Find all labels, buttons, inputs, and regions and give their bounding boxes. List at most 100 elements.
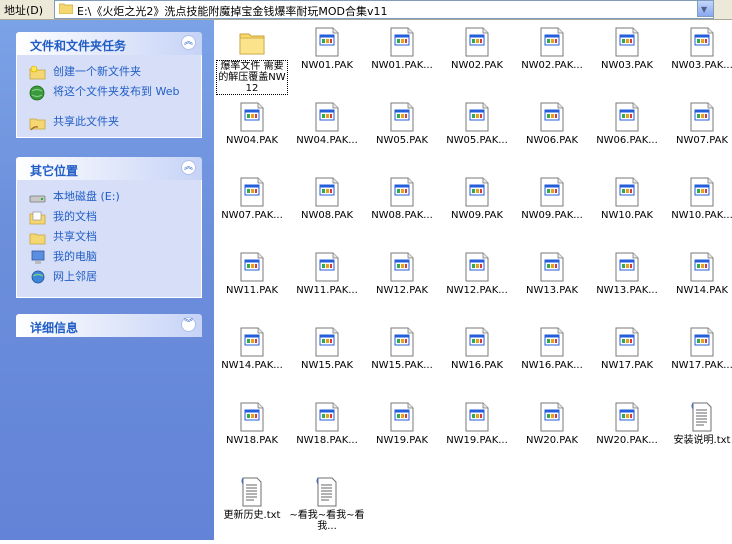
- file-item[interactable]: NW10.PAK...: [664, 172, 732, 244]
- file-item[interactable]: NW03.PAK...: [664, 22, 732, 94]
- file-item[interactable]: NW09.PAK: [439, 172, 515, 244]
- file-item[interactable]: NW13.PAK: [514, 247, 590, 319]
- file-item[interactable]: NW02.PAK: [439, 22, 515, 94]
- place-my-computer[interactable]: 我的电脑: [17, 250, 233, 264]
- task-pane: 文件和文件夹任务 ︽ 创建一个新文件夹 将这个文件夹发布到 Web 共享此文件夹…: [0, 20, 214, 540]
- file-name: NW03.PAK: [600, 60, 654, 71]
- text-file-icon: [691, 402, 712, 432]
- file-item[interactable]: NW06.PAK: [514, 97, 590, 169]
- pak-file-icon: [315, 27, 339, 57]
- file-name: NW09.PAK...: [521, 210, 583, 221]
- pak-file-icon: [690, 327, 714, 357]
- local-disk-icon: [29, 195, 46, 203]
- file-item[interactable]: NW20.PAK...: [589, 397, 665, 469]
- file-item[interactable]: 更新历史.txt: [214, 472, 290, 544]
- file-item[interactable]: NW08.PAK: [289, 172, 365, 244]
- file-item[interactable]: NW12.PAK: [364, 247, 440, 319]
- file-name: NW13.PAK...: [596, 285, 658, 296]
- file-item[interactable]: NW09.PAK...: [514, 172, 590, 244]
- pak-file-icon: [390, 27, 414, 57]
- file-name: 安装说明.txt: [673, 435, 731, 446]
- place-local-disk-label: 本地磁盘 (E:): [53, 190, 120, 203]
- file-item[interactable]: NW17.PAK: [589, 322, 665, 394]
- collapse-icon[interactable]: ︽: [181, 35, 196, 50]
- my-documents-icon: [29, 211, 46, 225]
- file-name: 爆率文件 需要的解压覆盖NW12: [216, 60, 288, 95]
- expand-icon[interactable]: ︾: [181, 317, 196, 332]
- pak-file-icon: [690, 177, 714, 207]
- file-name: NW16.PAK...: [521, 360, 583, 371]
- file-name: NW11.PAK: [225, 285, 279, 296]
- task-new-folder[interactable]: 创建一个新文件夹: [17, 65, 233, 80]
- file-item[interactable]: NW17.PAK...: [664, 322, 732, 394]
- address-dropdown-button[interactable]: ▼: [697, 0, 714, 17]
- file-item[interactable]: NW03.PAK: [589, 22, 665, 94]
- pak-file-icon: [465, 102, 489, 132]
- place-shared-documents[interactable]: 共享文档: [17, 230, 233, 245]
- file-item[interactable]: NW15.PAK...: [364, 322, 440, 394]
- file-item[interactable]: NW05.PAK...: [439, 97, 515, 169]
- pak-file-icon: [465, 27, 489, 57]
- file-item[interactable]: NW01.PAK: [289, 22, 365, 94]
- task-publish-web[interactable]: 将这个文件夹发布到 Web: [17, 85, 195, 101]
- file-item[interactable]: NW13.PAK...: [589, 247, 665, 319]
- file-item[interactable]: NW01.PAK...: [364, 22, 440, 94]
- file-item[interactable]: NW11.PAK...: [289, 247, 365, 319]
- file-item[interactable]: 安装说明.txt: [664, 397, 732, 469]
- place-network-label: 网上邻居: [53, 270, 97, 283]
- file-name: NW07.PAK: [675, 135, 729, 146]
- file-name: NW19.PAK: [375, 435, 429, 446]
- collapse-icon[interactable]: ︽: [181, 160, 196, 175]
- address-bar: 地址(D) E:\《火炬之光2》洗点技能附魔掉宝金钱爆率耐玩MOD合集v11 ▼: [0, 0, 732, 20]
- task-share-folder[interactable]: 共享此文件夹: [17, 115, 233, 131]
- file-item[interactable]: NW16.PAK: [439, 322, 515, 394]
- pak-file-icon: [615, 327, 639, 357]
- file-item[interactable]: NW10.PAK: [589, 172, 665, 244]
- file-item[interactable]: NW19.PAK...: [439, 397, 515, 469]
- file-item[interactable]: NW11.PAK: [214, 247, 290, 319]
- file-item[interactable]: NW07.PAK: [664, 97, 732, 169]
- file-item[interactable]: NW14.PAK: [664, 247, 732, 319]
- pak-file-icon: [240, 177, 264, 207]
- file-name: NW14.PAK...: [221, 360, 283, 371]
- file-item[interactable]: NW19.PAK: [364, 397, 440, 469]
- file-item[interactable]: NW08.PAK...: [364, 172, 440, 244]
- file-item[interactable]: NW07.PAK...: [214, 172, 290, 244]
- file-tasks-body: 创建一个新文件夹 将这个文件夹发布到 Web 共享此文件夹: [16, 55, 202, 138]
- file-tasks-header[interactable]: 文件和文件夹任务 ︽: [16, 32, 202, 55]
- file-item[interactable]: NW14.PAK...: [214, 322, 290, 394]
- file-name: NW16.PAK: [450, 360, 504, 371]
- details-header[interactable]: 详细信息 ︾: [16, 314, 202, 337]
- folder-item[interactable]: 爆率文件 需要的解压覆盖NW12: [214, 22, 290, 95]
- task-new-folder-label: 创建一个新文件夹: [53, 65, 141, 78]
- folder-icon: [239, 33, 265, 55]
- file-name: NW04.PAK: [225, 135, 279, 146]
- file-item[interactable]: NW06.PAK...: [589, 97, 665, 169]
- file-item[interactable]: ~看我~看我~看我...: [289, 472, 365, 544]
- place-network[interactable]: 网上邻居: [17, 270, 233, 284]
- pak-file-icon: [690, 252, 714, 282]
- pak-file-icon: [615, 27, 639, 57]
- file-item[interactable]: NW04.PAK...: [289, 97, 365, 169]
- address-input[interactable]: E:\《火炬之光2》洗点技能附魔掉宝金钱爆率耐玩MOD合集v11 ▼: [54, 0, 714, 19]
- file-item[interactable]: NW05.PAK: [364, 97, 440, 169]
- file-name: NW10.PAK: [600, 210, 654, 221]
- details-title: 详细信息: [30, 321, 79, 335]
- place-my-documents[interactable]: 我的文档: [17, 210, 233, 225]
- file-item[interactable]: NW16.PAK...: [514, 322, 590, 394]
- file-item[interactable]: NW18.PAK: [214, 397, 290, 469]
- address-go-area: [714, 0, 732, 19]
- file-name: NW18.PAK...: [296, 435, 358, 446]
- file-item[interactable]: NW20.PAK: [514, 397, 590, 469]
- place-local-disk[interactable]: 本地磁盘 (E:): [17, 190, 233, 204]
- file-name: NW15.PAK...: [371, 360, 433, 371]
- file-item[interactable]: NW15.PAK: [289, 322, 365, 394]
- file-item[interactable]: NW12.PAK...: [439, 247, 515, 319]
- file-item[interactable]: NW02.PAK...: [514, 22, 590, 94]
- file-item[interactable]: NW04.PAK: [214, 97, 290, 169]
- file-item[interactable]: NW18.PAK...: [289, 397, 365, 469]
- file-name: NW05.PAK...: [446, 135, 508, 146]
- file-name: NW17.PAK: [600, 360, 654, 371]
- other-places-header[interactable]: 其它位置 ︽: [16, 157, 202, 180]
- pak-file-icon: [315, 102, 339, 132]
